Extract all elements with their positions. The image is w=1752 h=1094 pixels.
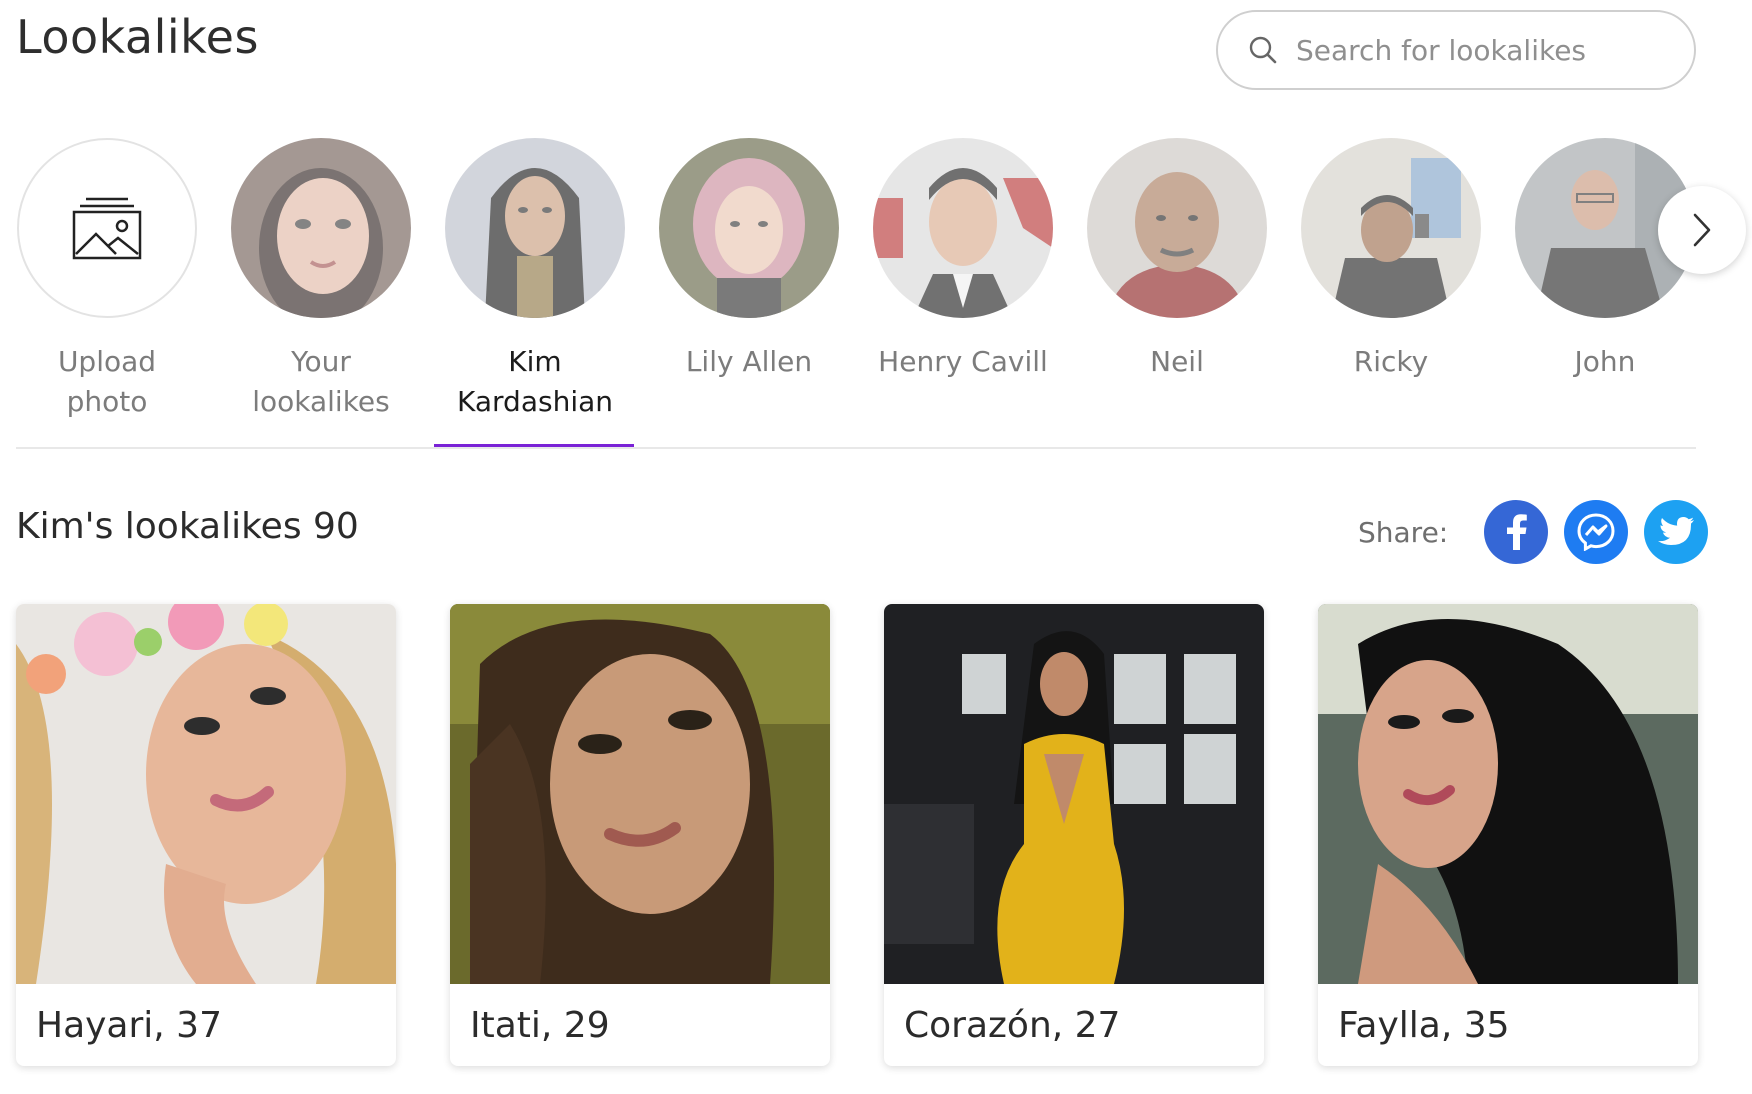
search-icon [1249,36,1277,64]
celebrity-item-kim-kardashian[interactable]: Kim Kardashian [428,138,642,422]
your-lookalikes-label: Your lookalikes [252,345,390,418]
lookalike-card[interactable]: Hayari, 37 [16,604,396,1066]
lookalike-name: Corazón, 27 [904,1004,1121,1046]
lookalike-name: Hayari, 37 [36,1004,222,1046]
share-facebook-button[interactable] [1484,500,1549,564]
lookalike-photo [16,604,396,984]
search-box[interactable] [1216,10,1696,90]
share-bar: Share: [1358,500,1709,564]
page-title: Lookalikes [16,10,259,64]
share-label: Share: [1358,515,1449,549]
lily-allen-label: Lily Allen [685,345,813,378]
celebrity-carousel: Upload photo Your lookalikes Kim Kardash… [0,138,1752,458]
share-twitter-button[interactable] [1644,500,1709,564]
lookalike-card[interactable]: Corazón, 27 [884,604,1264,1066]
your-lookalikes-item[interactable]: Your lookalikes [214,138,428,422]
share-messenger-button[interactable] [1564,500,1629,564]
henry-cavill-avatar [873,138,1053,318]
carousel-next-button[interactable] [1658,186,1746,274]
lookalike-photo [450,604,830,984]
celebrity-item-lily-allen[interactable]: Lily Allen [642,138,856,382]
your-lookalikes-avatar [231,138,411,318]
john-label: John [1574,345,1636,378]
neil-label: Neil [1150,345,1204,378]
upload-photo-label: Upload photo [57,345,157,418]
henry-cavill-label: Henry Cavill [878,345,1048,378]
image-upload-icon [72,197,142,260]
lookalike-card[interactable]: Faylla, 35 [1318,604,1698,1066]
celebrity-item-ricky[interactable]: Ricky [1284,138,1498,382]
neil-avatar [1087,138,1267,318]
lookalike-photo [1318,604,1698,984]
celebrity-item-neil[interactable]: Neil [1070,138,1284,382]
upload-photo-item[interactable]: Upload photo [0,138,214,422]
facebook-icon [1507,514,1528,550]
messenger-icon [1577,513,1615,551]
lookalike-name: Itati, 29 [470,1004,610,1046]
ricky-label: Ricky [1353,345,1429,378]
twitter-icon [1658,517,1695,545]
lookalike-photo [884,604,1264,984]
kim-kardashian-avatar [445,138,625,318]
results-title: Kim's lookalikes 90 [16,506,359,547]
section-divider [16,447,1696,449]
search-input[interactable] [1296,33,1676,67]
upload-photo-circle[interactable] [17,138,197,318]
lily-allen-avatar [659,138,839,318]
celebrity-item-henry-cavill[interactable]: Henry Cavill [856,138,1070,382]
chevron-right-icon [1693,213,1711,247]
kim-kardashian-label: Kim Kardashian [457,345,613,418]
lookalike-name: Faylla, 35 [1338,1004,1510,1046]
lookalike-card[interactable]: Itati, 29 [450,604,830,1066]
ricky-avatar [1301,138,1481,318]
